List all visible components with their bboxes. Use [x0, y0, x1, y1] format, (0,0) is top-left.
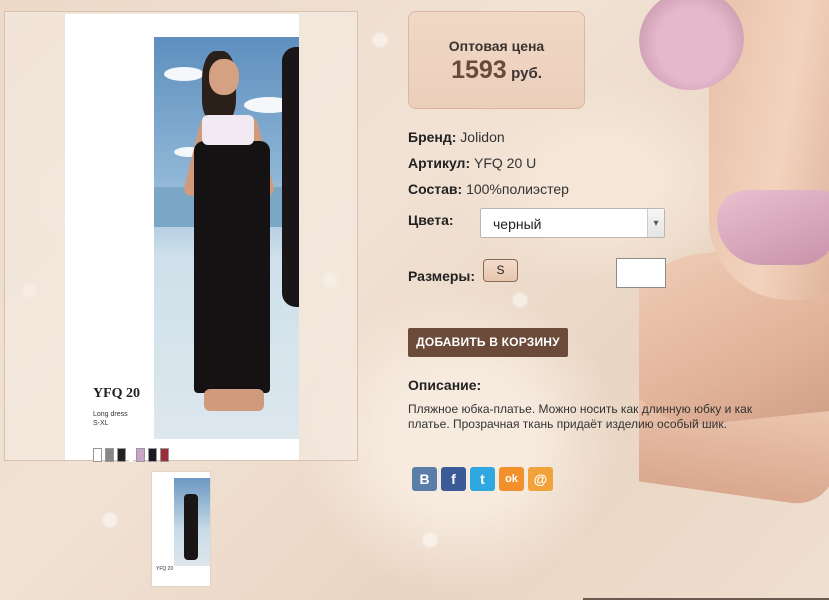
- size-option-s[interactable]: S: [483, 259, 518, 282]
- sizes-label: Размеры:: [408, 268, 476, 284]
- color-select-value: черный: [493, 216, 542, 232]
- background-model-image: [639, 0, 829, 600]
- brand-value: Jolidon: [460, 129, 505, 145]
- model-bikini-bottom-shape: [717, 190, 829, 265]
- thumbnail-photo: [174, 478, 210, 566]
- composition-label: Состав:: [408, 181, 463, 197]
- product-thumbnail[interactable]: YFQ 20: [151, 471, 211, 587]
- composition-row: Состав: 100%полиэстер: [408, 181, 569, 197]
- chevron-down-icon[interactable]: ▾: [647, 209, 664, 237]
- share-buttons: B f t ok @: [412, 467, 553, 491]
- product-photo: YFQ 20 Long dress S-XL: [65, 14, 299, 462]
- composition-value: 100%полиэстер: [466, 181, 569, 197]
- product-image-code: YFQ 20: [93, 386, 141, 401]
- color-swatch-row: [93, 448, 169, 462]
- add-to-cart-button[interactable]: ДОБАВИТЬ В КОРЗИНУ: [408, 328, 568, 357]
- price-line: 1593 руб.: [409, 56, 584, 85]
- quantity-input[interactable]: [616, 258, 666, 288]
- price-label: Оптовая цена: [448, 38, 545, 54]
- product-image-sizes: S-XL: [93, 420, 109, 427]
- article-label: Артикул:: [408, 155, 471, 171]
- twitter-share-icon[interactable]: t: [470, 467, 495, 491]
- product-main-image[interactable]: YFQ 20 Long dress S-XL: [4, 11, 358, 462]
- price-value: 1593: [451, 56, 507, 84]
- price-box: Оптовая цена 1593 руб.: [408, 11, 585, 109]
- price-currency: руб.: [511, 65, 542, 82]
- facebook-share-icon[interactable]: f: [441, 467, 466, 491]
- colors-label: Цвета:: [408, 212, 454, 228]
- description-text: Пляжное юбка-платье. Можно носить как дл…: [408, 402, 753, 431]
- thumbnail-code: YFQ 20: [156, 566, 174, 572]
- vk-share-icon[interactable]: B: [412, 467, 437, 491]
- article-row: Артикул: YFQ 20 U: [408, 155, 536, 171]
- article-value: YFQ 20 U: [474, 155, 537, 171]
- brand-row: Бренд: Jolidon: [408, 129, 505, 145]
- product-photo-scene: [154, 37, 299, 439]
- description-title: Описание:: [408, 377, 482, 393]
- brand-label: Бренд:: [408, 129, 457, 145]
- color-select[interactable]: черный ▾: [480, 208, 665, 238]
- odnoklassniki-share-icon[interactable]: ok: [499, 467, 524, 491]
- product-image-caption: Long dress: [93, 411, 128, 418]
- mail-share-icon[interactable]: @: [528, 467, 553, 491]
